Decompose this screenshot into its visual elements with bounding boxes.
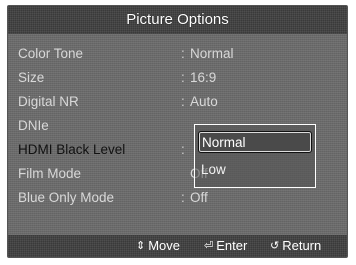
menu-item-label: Size bbox=[18, 70, 45, 85]
menu-item-color-tone[interactable]: Color Tone : Normal bbox=[18, 42, 338, 66]
picture-options-menu: Picture Options Color Tone : Normal Size… bbox=[7, 5, 348, 258]
updown-arrows-icon: ⇕ bbox=[136, 240, 146, 252]
menu-item-value: 16:9 bbox=[190, 70, 217, 85]
return-icon: ↺ bbox=[270, 240, 280, 252]
footer-hints: ⇕ Move ⏎ Enter ↺ Return bbox=[8, 235, 347, 257]
separator: : bbox=[181, 142, 185, 157]
separator: : bbox=[181, 190, 185, 205]
separator: : bbox=[181, 70, 185, 85]
menu-item-digital-nr[interactable]: Digital NR : Auto bbox=[18, 90, 338, 114]
option-low[interactable]: Low bbox=[198, 159, 312, 181]
move-label: Move bbox=[148, 238, 181, 253]
separator: : bbox=[181, 46, 185, 61]
return-hint: ↺ Return bbox=[270, 235, 321, 257]
separator: : bbox=[181, 94, 185, 109]
menu-item-label: Digital NR bbox=[18, 94, 79, 109]
menu-item-size[interactable]: Size : 16:9 bbox=[18, 66, 338, 90]
menu-item-value: Auto bbox=[190, 94, 218, 109]
enter-hint: ⏎ Enter bbox=[204, 235, 247, 257]
enter-icon: ⏎ bbox=[204, 240, 214, 252]
menu-item-label: DNIe bbox=[18, 118, 49, 133]
menu-item-value: Normal bbox=[190, 46, 234, 61]
option-normal[interactable]: Normal bbox=[198, 131, 312, 153]
menu-item-label: HDMI Black Level bbox=[18, 142, 126, 157]
move-hint: ⇕ Move bbox=[136, 235, 180, 257]
enter-label: Enter bbox=[216, 238, 248, 253]
menu-title: Picture Options bbox=[8, 6, 347, 34]
menu-item-label: Blue Only Mode bbox=[18, 190, 115, 205]
hdmi-black-level-dropdown: Normal Low bbox=[194, 124, 316, 188]
menu-item-blue-only-mode[interactable]: Blue Only Mode : Off bbox=[18, 186, 338, 210]
return-label: Return bbox=[282, 238, 322, 253]
menu-item-value: Off bbox=[190, 190, 208, 205]
menu-item-label: Color Tone bbox=[18, 46, 84, 61]
menu-item-label: Film Mode bbox=[18, 166, 82, 181]
